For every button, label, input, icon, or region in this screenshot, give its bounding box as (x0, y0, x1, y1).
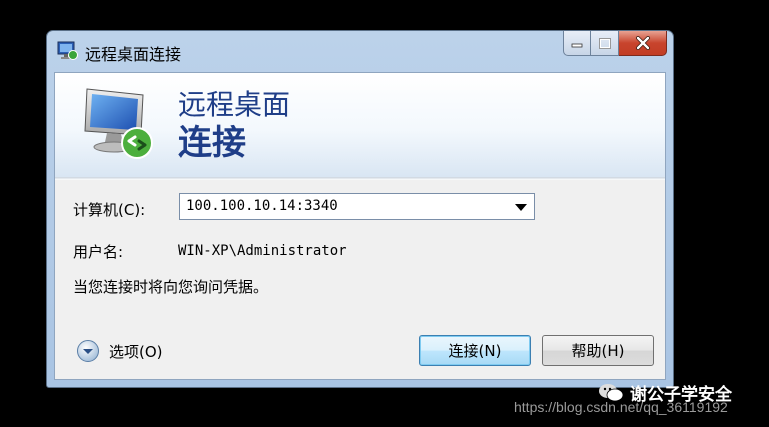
close-icon (635, 36, 650, 50)
username-label: 用户名: (73, 243, 124, 261)
computer-combobox[interactable]: 100.100.10.14:3340 (179, 193, 535, 220)
title-bar[interactable]: 远程桌面连接 (47, 31, 673, 71)
watermark-url: https://blog.csdn.net/qq_36119192 (514, 399, 728, 415)
monitor-connect-icon (81, 85, 163, 163)
close-button[interactable] (619, 31, 667, 56)
dropdown-arrow-icon[interactable] (515, 204, 527, 211)
maximize-button[interactable] (591, 31, 619, 56)
help-button[interactable]: 帮助(H) (542, 335, 654, 366)
options-toggle[interactable]: 选项(O) (76, 339, 163, 363)
minimize-button[interactable] (563, 31, 591, 56)
header-banner: 远程桌面 连接 (55, 73, 665, 177)
banner-divider (55, 177, 665, 180)
banner-title-line2: 连接 (178, 123, 246, 163)
chevron-down-circle-icon[interactable] (76, 339, 100, 363)
computer-label: 计算机(C): (73, 201, 146, 219)
dialog-body: 远程桌面 连接 计算机(C): 100.100.10.14:3340 用户名: … (54, 72, 666, 380)
window-controls (563, 31, 667, 57)
options-label[interactable]: 选项(O) (109, 341, 163, 362)
remote-desktop-icon (57, 41, 79, 61)
credential-info-text: 当您连接时将向您询问凭据。 (73, 278, 269, 296)
connect-button[interactable]: 连接(N) (419, 335, 531, 366)
maximize-icon (598, 37, 611, 49)
remote-desktop-window: 远程桌面连接 远程桌面 连接 计算机(C): 100.100.10.14:334… (46, 30, 674, 388)
username-value: WIN-XP\Administrator (178, 243, 347, 259)
window-title: 远程桌面连接 (85, 45, 182, 64)
minimize-icon (571, 43, 583, 48)
computer-value[interactable]: 100.100.10.14:3340 (186, 198, 338, 214)
